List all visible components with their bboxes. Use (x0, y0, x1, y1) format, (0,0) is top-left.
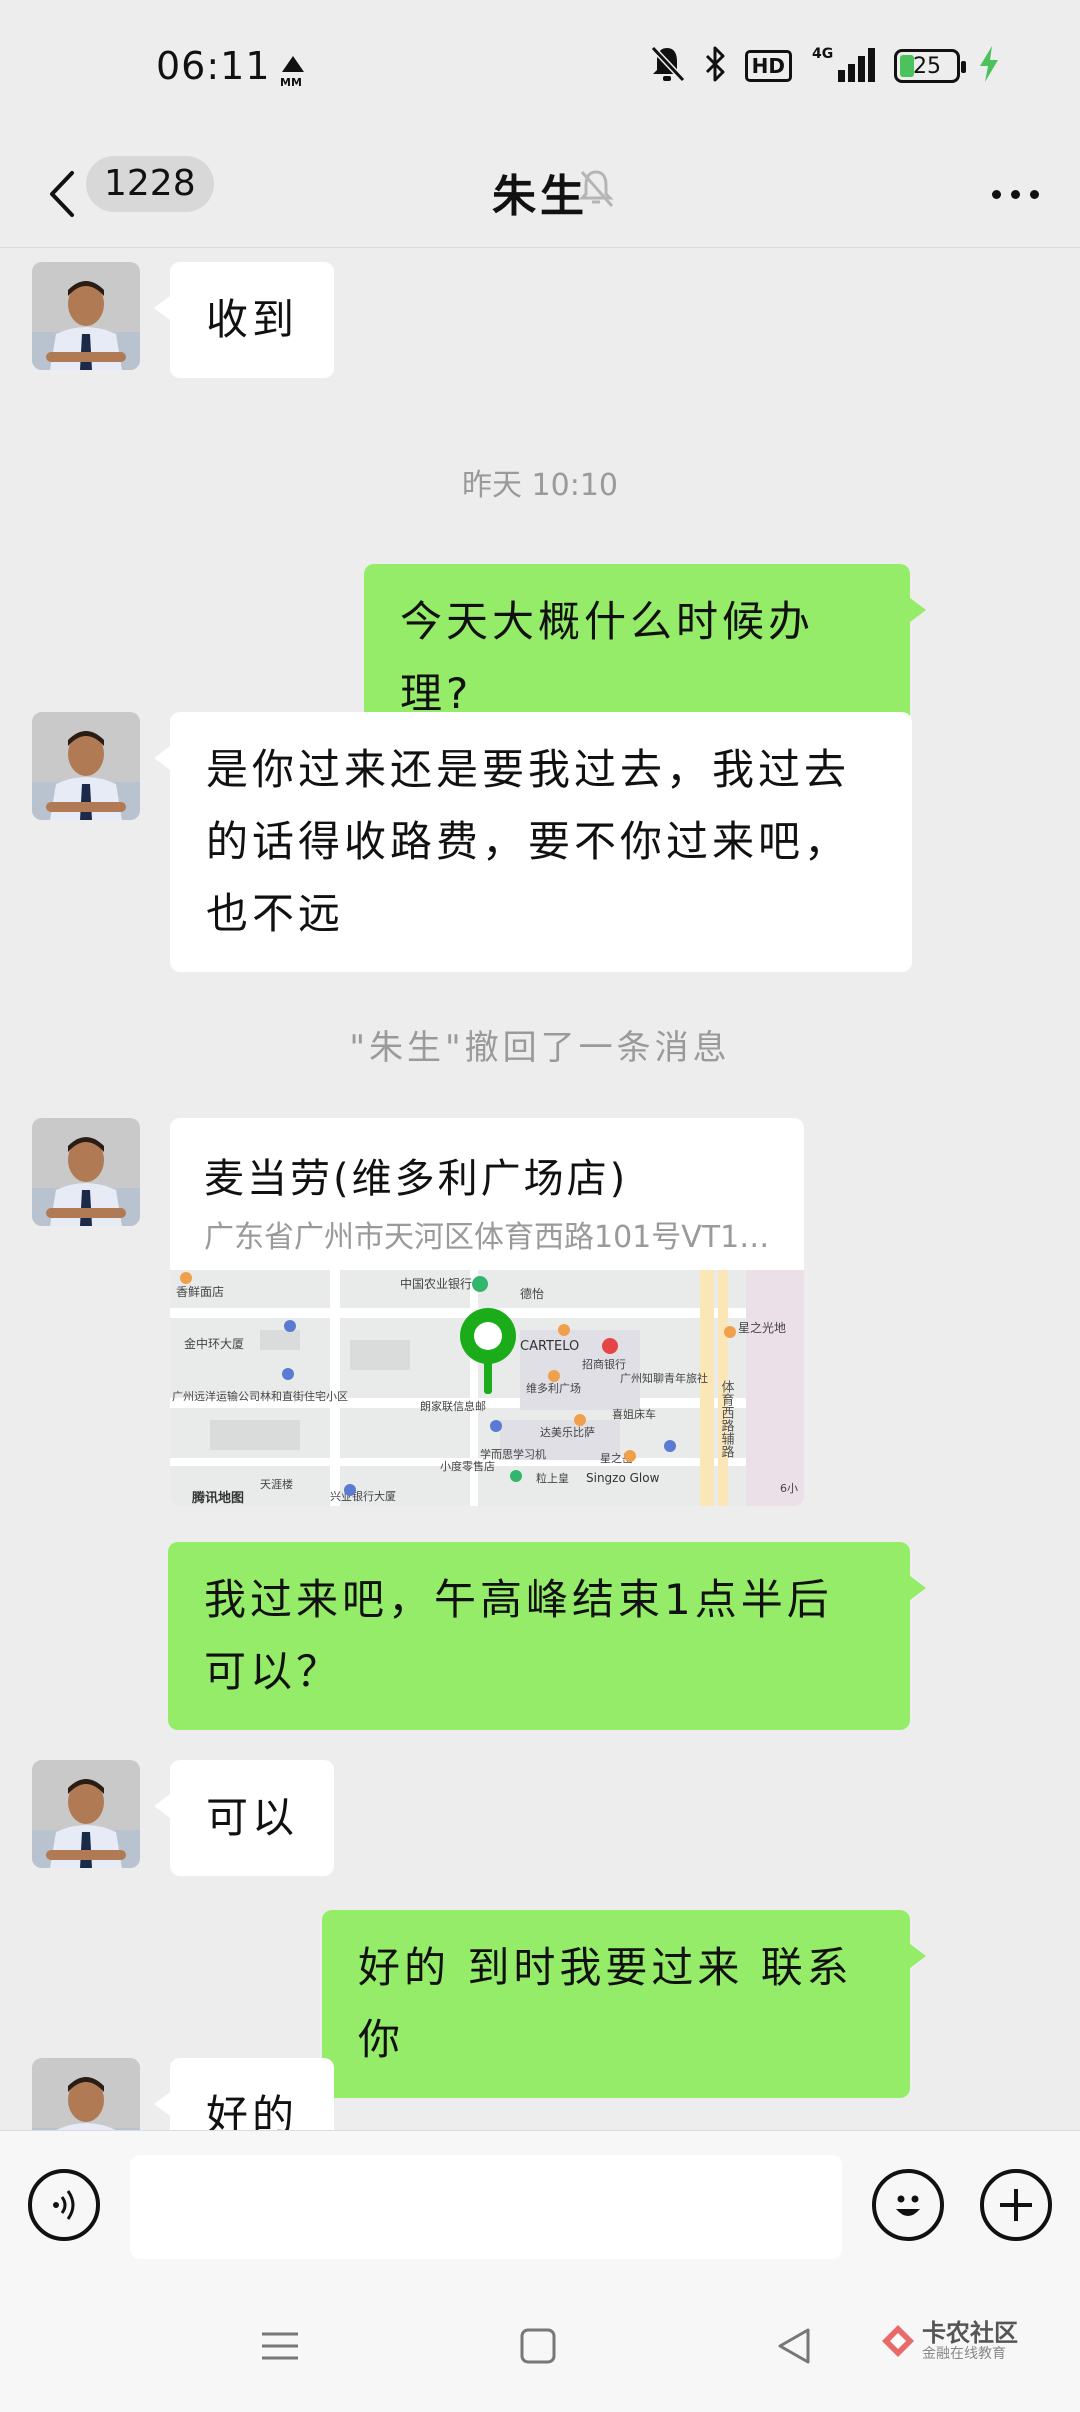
back-nav-button[interactable] (774, 2326, 814, 2370)
voice-input-button[interactable] (28, 2169, 100, 2241)
plus-icon (1000, 2189, 1032, 2221)
triangle-back-icon (778, 2328, 810, 2364)
svg-text:MM: MM (280, 76, 302, 88)
recall-notice: "朱生"撤回了一条消息 (349, 1028, 731, 1068)
map-label: 星之光地 (738, 1321, 786, 1335)
map-label: 学而思学习机 (480, 1447, 546, 1461)
map-label: 香鲜面店 (176, 1285, 224, 1299)
watermark-icon (882, 2325, 914, 2357)
chat-header: 1228 朱生 (0, 140, 1080, 248)
contact-avatar[interactable] (32, 1118, 140, 1226)
map-label: 6小 (780, 1482, 798, 1495)
watermark-title: 卡农社区 (922, 2319, 1018, 2347)
add-attachment-button[interactable] (980, 2169, 1052, 2241)
muted-bell-icon (576, 166, 616, 216)
message-input[interactable] (130, 2155, 842, 2259)
map-label: 广州远洋运输公司林和直街住宅小区 (172, 1389, 348, 1403)
map-label: 德怡 (520, 1286, 544, 1301)
watermark-logo: 卡农社区 金融在线教育 (880, 2320, 1018, 2362)
voice-icon (53, 2190, 75, 2220)
status-time: 06:11 (156, 44, 271, 88)
map-label: 朗家联信息邮 (420, 1399, 486, 1413)
map-label: CARTELO (520, 1339, 579, 1354)
map-label: 天涯楼 (260, 1477, 293, 1491)
svg-text:4G: 4G (812, 46, 833, 62)
recent-apps-button[interactable] (260, 2326, 300, 2370)
system-nav-bar: 卡农社区 金融在线教育 (0, 2282, 1080, 2412)
home-button[interactable] (518, 2326, 558, 2370)
status-bar: 06:11 MM HD 4G 25 (0, 0, 1080, 140)
location-card[interactable]: 麦当劳(维多利广场店) 广东省广州市天河区体育西路101号VT10… 中国农业银… (170, 1118, 804, 1506)
map-label: 金中环大厦 (184, 1336, 244, 1351)
menu-icon (262, 2332, 298, 2360)
map-label: 粒上皇 (536, 1471, 569, 1485)
chat-title: 朱生 (492, 171, 588, 222)
message-bubble-received[interactable]: 可以 (153, 1760, 335, 1876)
location-map[interactable]: 中国农业银行 德怡 香鲜面店 金中环大厦 CARTELO 招商银行 星之光地 广… (170, 1270, 804, 1506)
square-icon (520, 2328, 556, 2364)
emoji-button[interactable] (872, 2169, 944, 2241)
contact-avatar[interactable] (32, 712, 140, 820)
battery-percent: 25 (913, 53, 941, 79)
input-bar (0, 2130, 1080, 2282)
message-bubble-sent[interactable]: 好的 到时我要过来 联系你 (322, 1910, 926, 2098)
smiley-icon (896, 2195, 920, 2216)
map-label: 维多利广场 (526, 1381, 581, 1395)
map-label: 兴业银行大厦 (330, 1489, 396, 1503)
map-label: 招商银行 (582, 1357, 626, 1371)
map-label: 达美乐比萨 (540, 1426, 595, 1439)
chat-messages[interactable]: 收到 昨天 10:10 今天大概什么时候办理? 是你过来还是要我过去，我过去的话… (0, 248, 1080, 2130)
location-address: 广东省广州市天河区体育西路101号VT10… (204, 1220, 784, 1255)
map-label: 腾讯地图 (191, 1490, 244, 1506)
message-bubble-received[interactable]: 是你过来还是要我过去，我过去的话得收路费，要不你过来吧，也不远 (154, 712, 912, 972)
hd-badge: HD (744, 50, 792, 82)
status-alert-icon: MM (278, 52, 308, 94)
map-label: 小度零售店 (440, 1459, 495, 1473)
message-bubble-sent[interactable]: 我过来吧，午高峰结束1点半后可以？ (168, 1542, 926, 1730)
mute-notifications-icon (649, 44, 685, 88)
more-options-button[interactable] (980, 172, 1050, 216)
message-bubble-received[interactable]: 收到 (153, 262, 335, 378)
map-label: Singzo Glow (586, 1471, 660, 1485)
map-label: 喜姐床车 (612, 1407, 656, 1421)
charging-icon (978, 44, 1000, 88)
message-timestamp: 昨天 10:10 (462, 468, 618, 503)
map-label: 体育西路辅路 (719, 1380, 735, 1458)
message-bubble-received[interactable]: 好的 (153, 2058, 335, 2130)
map-label: 广州知聊青年旅社 (620, 1371, 708, 1385)
contact-avatar[interactable] (32, 1760, 140, 1868)
battery-indicator: 25 (894, 49, 966, 83)
map-label: 中国农业银行 (400, 1276, 472, 1291)
contact-avatar[interactable] (32, 2058, 140, 2130)
watermark-subtitle: 金融在线教育 (922, 2346, 1006, 2362)
contact-avatar[interactable] (32, 262, 140, 370)
signal-icon: 4G (810, 44, 876, 88)
bluetooth-icon (703, 44, 727, 88)
location-name: 麦当劳(维多利广场店) (204, 1156, 629, 1202)
